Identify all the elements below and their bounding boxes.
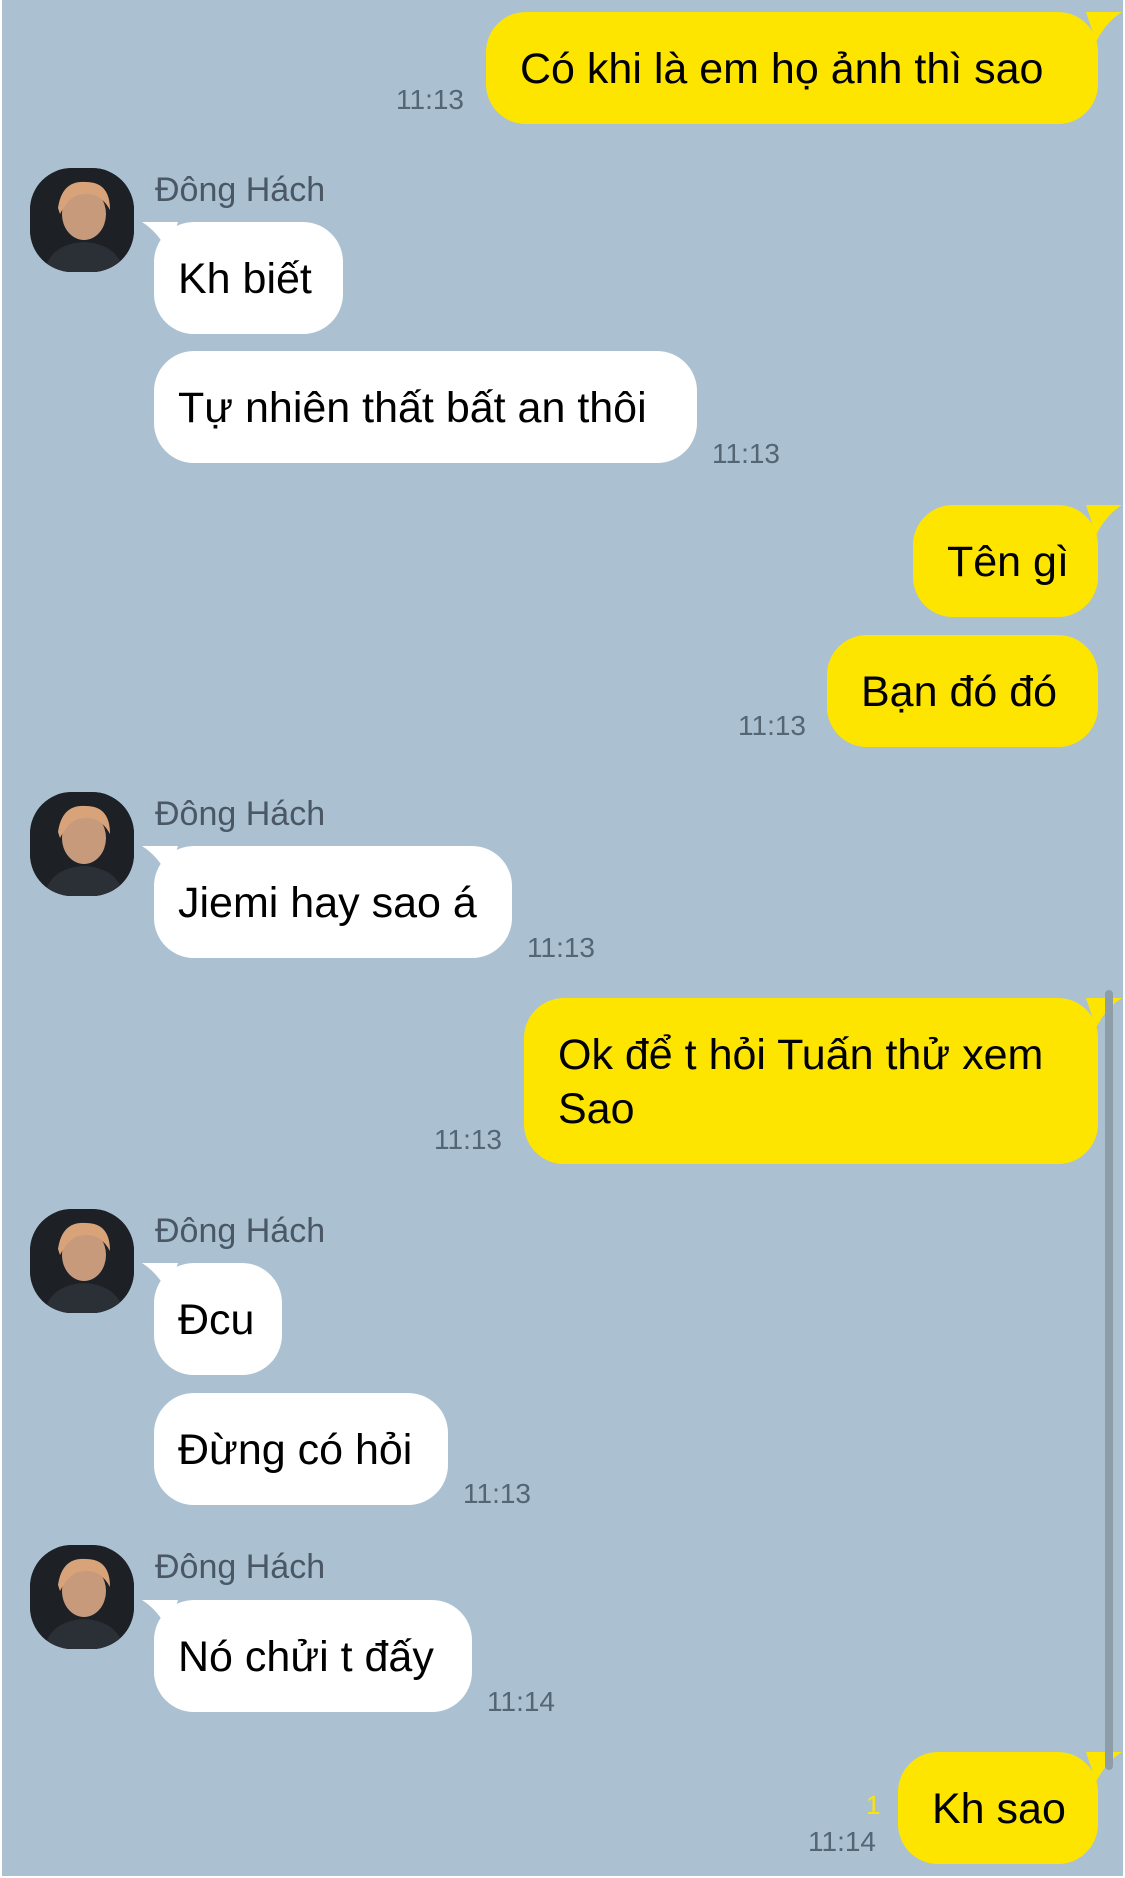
- contact-avatar[interactable]: [30, 1209, 134, 1313]
- my-message-bubble[interactable]: Có khi là em họ ảnh thì sao: [486, 12, 1098, 124]
- message-text: Kh sao: [932, 1785, 1066, 1833]
- message-text: Có khi là em họ ảnh thì sao: [520, 45, 1044, 93]
- sender-name: Đông Hách: [155, 1548, 326, 1586]
- unread-count: 1: [866, 1790, 881, 1820]
- message-time: 11:13: [527, 932, 595, 963]
- their-message-bubble[interactable]: Jiemi hay sao á: [154, 846, 512, 958]
- message-time: 11:13: [712, 438, 780, 469]
- my-message-bubble[interactable]: Kh sao: [898, 1752, 1098, 1864]
- message-text-line1: Ok để t hỏi Tuấn thử xem: [558, 1031, 1044, 1079]
- sender-name: Đông Hách: [155, 795, 326, 833]
- profile-photo-icon: [30, 792, 134, 896]
- sender-name: Đông Hách: [155, 171, 326, 209]
- their-bubble-tail: [142, 1263, 178, 1293]
- message-text-line2: Sao: [558, 1085, 635, 1133]
- their-bubble-tail: [142, 1600, 178, 1630]
- my-bubble-tail: [1086, 505, 1122, 535]
- message-text: Bạn đó đó: [861, 668, 1058, 716]
- message-time: 11:14: [487, 1686, 555, 1717]
- message-time: 11:13: [434, 1124, 502, 1155]
- message-text: Nó chửi t đấy: [178, 1633, 434, 1681]
- their-message-bubble[interactable]: Kh biết: [154, 222, 343, 334]
- my-message-bubble[interactable]: Bạn đó đó: [827, 635, 1098, 747]
- their-message-bubble[interactable]: Nó chửi t đấy: [154, 1600, 472, 1712]
- contact-avatar[interactable]: [30, 168, 134, 272]
- profile-photo-icon: [30, 1209, 134, 1313]
- message-time: 11:13: [396, 84, 464, 115]
- contact-avatar[interactable]: [30, 792, 134, 896]
- scrollbar[interactable]: [1105, 990, 1113, 1770]
- their-message-bubble[interactable]: Tự nhiên thất bất an thôi: [154, 351, 697, 463]
- message-text: Kh biết: [178, 255, 312, 303]
- their-message-bubble[interactable]: Đừng có hỏi: [154, 1393, 448, 1505]
- profile-photo-icon: [30, 168, 134, 272]
- profile-photo-icon: [30, 1545, 134, 1649]
- message-text: Tự nhiên thất bất an thôi: [178, 384, 647, 432]
- message-text: Đcu: [178, 1296, 255, 1344]
- message-text: Jiemi hay sao á: [178, 879, 477, 927]
- message-time: 11:13: [463, 1478, 531, 1509]
- my-bubble-tail: [1086, 12, 1122, 42]
- message-time: 11:13: [738, 710, 806, 741]
- their-bubble-tail: [142, 222, 178, 252]
- my-message-bubble[interactable]: Tên gì: [913, 505, 1098, 617]
- message-text: Đừng có hỏi: [178, 1426, 413, 1474]
- contact-avatar[interactable]: [30, 1545, 134, 1649]
- sender-name: Đông Hách: [155, 1212, 326, 1250]
- my-bubble-tail: [1086, 998, 1122, 1028]
- my-message-bubble[interactable]: Ok để t hỏi Tuấn thử xem Sao: [524, 998, 1098, 1164]
- their-bubble-tail: [142, 846, 178, 876]
- message-text: Tên gì: [947, 538, 1069, 586]
- message-time: 11:14: [808, 1826, 876, 1857]
- my-bubble-tail: [1086, 1752, 1122, 1782]
